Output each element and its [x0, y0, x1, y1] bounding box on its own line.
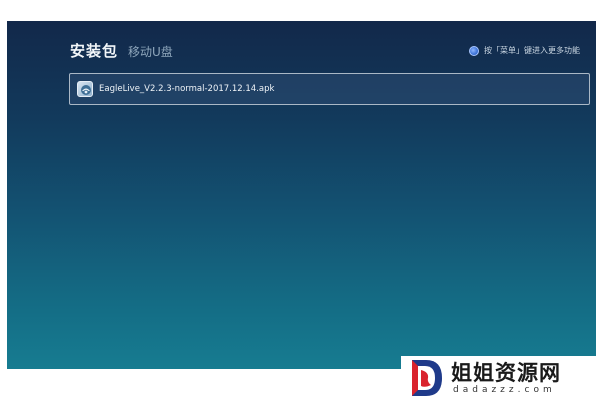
watermark: 姐姐资源网 dadazzz.com [401, 356, 600, 400]
file-list-item[interactable]: EagleLive_V2.2.3-normal-2017.12.14.apk [69, 73, 590, 105]
screenshot-frame: 安装包 移动U盘 按「菜单」键进入更多功能 EagleLive_V2.2.3-n… [0, 0, 600, 400]
tv-screen: 安装包 移动U盘 按「菜单」键进入更多功能 EagleLive_V2.2.3-n… [7, 21, 596, 369]
apk-app-icon [77, 81, 93, 97]
site-logo-icon [412, 360, 442, 396]
watermark-title: 姐姐资源网 [451, 360, 561, 385]
watermark-text: 姐姐资源网 dadazzz.com [451, 361, 561, 396]
menu-hint: 按「菜单」键进入更多功能 [469, 46, 580, 56]
watermark-domain: dadazzz.com [453, 384, 556, 395]
tab-usb-drive[interactable]: 移动U盘 [128, 44, 173, 60]
menu-button-icon [469, 46, 479, 56]
file-name: EagleLive_V2.2.3-normal-2017.12.14.apk [99, 84, 275, 94]
menu-hint-text: 按「菜单」键进入更多功能 [484, 46, 580, 55]
tab-installer-packages[interactable]: 安装包 [70, 42, 118, 60]
